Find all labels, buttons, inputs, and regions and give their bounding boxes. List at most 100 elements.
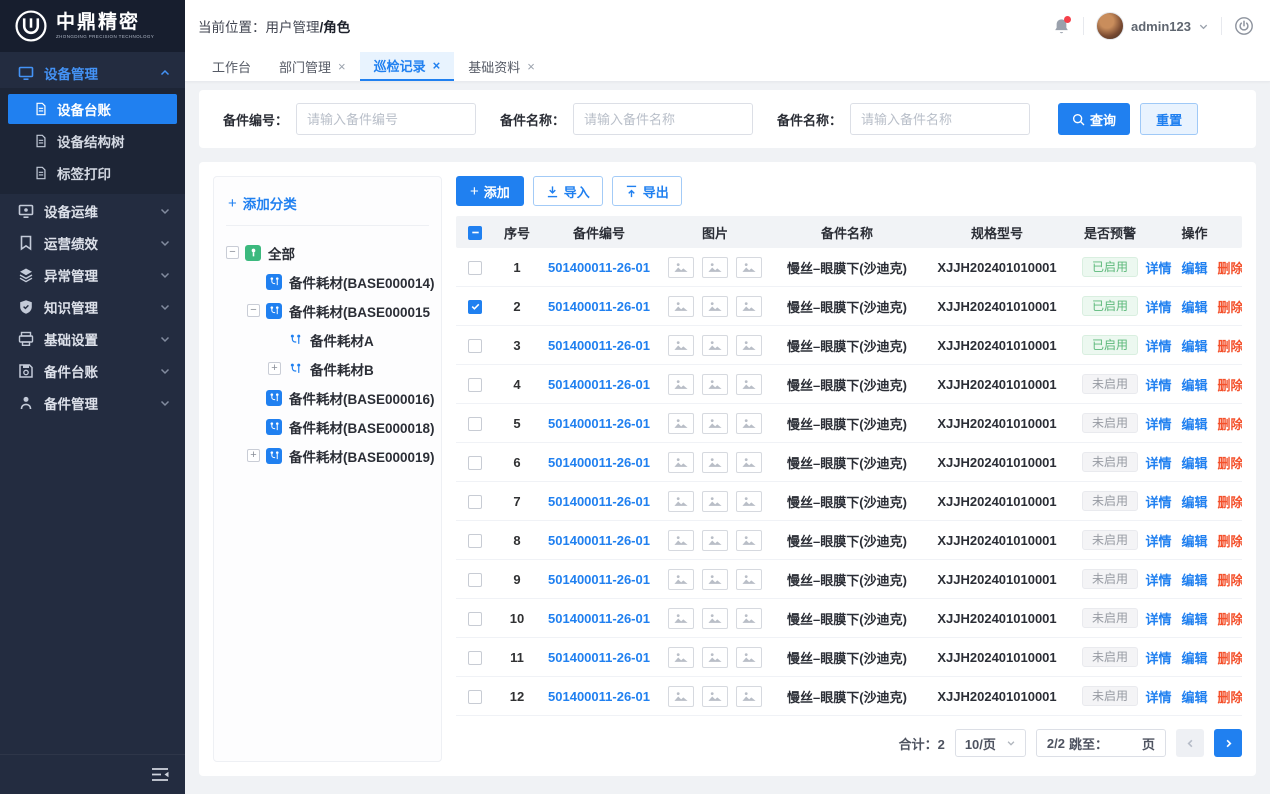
- detail-link[interactable]: 详情: [1145, 609, 1171, 628]
- row-checkbox[interactable]: [468, 690, 482, 704]
- jump-page-input[interactable]: [1112, 733, 1138, 753]
- part-code-input[interactable]: [296, 103, 476, 135]
- edit-link[interactable]: 编辑: [1182, 414, 1208, 433]
- tab-1[interactable]: 部门管理 ×: [265, 52, 360, 81]
- tree-collapse-icon[interactable]: −: [247, 304, 260, 317]
- edit-link[interactable]: 编辑: [1182, 453, 1208, 472]
- sidebar-subitem-label-printing[interactable]: 标签打印: [8, 158, 177, 188]
- image-placeholder[interactable]: [736, 647, 762, 668]
- add-button[interactable]: + 添加: [456, 176, 524, 206]
- image-placeholder[interactable]: [668, 491, 694, 512]
- image-placeholder[interactable]: [702, 686, 728, 707]
- image-placeholder[interactable]: [736, 335, 762, 356]
- close-tab-icon[interactable]: ×: [527, 60, 535, 73]
- delete-link[interactable]: 删除: [1218, 687, 1242, 706]
- image-placeholder[interactable]: [736, 374, 762, 395]
- sidebar-item-spare-parts-ledger[interactable]: 备件台账: [0, 355, 185, 386]
- part-code-link[interactable]: 501400011-26-01: [548, 338, 650, 353]
- image-placeholder[interactable]: [736, 257, 762, 278]
- part-name-2-input[interactable]: [850, 103, 1030, 135]
- part-code-link[interactable]: 501400011-26-01: [548, 455, 650, 470]
- reset-button[interactable]: 重置: [1140, 103, 1198, 135]
- close-tab-icon[interactable]: ×: [338, 60, 346, 73]
- delete-link[interactable]: 删除: [1218, 453, 1242, 472]
- part-code-link[interactable]: 501400011-26-01: [548, 494, 650, 509]
- tree-node[interactable]: −全部: [226, 238, 429, 267]
- row-checkbox[interactable]: [468, 300, 482, 314]
- delete-link[interactable]: 删除: [1218, 336, 1242, 355]
- detail-link[interactable]: 详情: [1145, 492, 1171, 511]
- image-placeholder[interactable]: [668, 335, 694, 356]
- row-checkbox[interactable]: [468, 534, 482, 548]
- image-placeholder[interactable]: [736, 608, 762, 629]
- image-placeholder[interactable]: [668, 530, 694, 551]
- logout-power-icon[interactable]: [1234, 16, 1254, 36]
- detail-link[interactable]: 详情: [1145, 570, 1171, 589]
- sidebar-subitem-device-structure-tree[interactable]: 设备结构树: [8, 126, 177, 156]
- image-placeholder[interactable]: [702, 569, 728, 590]
- image-placeholder[interactable]: [702, 374, 728, 395]
- image-placeholder[interactable]: [702, 257, 728, 278]
- detail-link[interactable]: 详情: [1145, 297, 1171, 316]
- part-code-link[interactable]: 501400011-26-01: [548, 416, 650, 431]
- import-button[interactable]: 导入: [533, 176, 603, 206]
- part-name-1-input[interactable]: [573, 103, 753, 135]
- prev-page-button[interactable]: [1176, 729, 1204, 757]
- tree-node[interactable]: +备件耗材B: [226, 354, 429, 383]
- part-code-link[interactable]: 501400011-26-01: [548, 377, 650, 392]
- detail-link[interactable]: 详情: [1145, 687, 1171, 706]
- edit-link[interactable]: 编辑: [1182, 258, 1208, 277]
- part-code-link[interactable]: 501400011-26-01: [548, 299, 650, 314]
- tree-node[interactable]: 备件耗材(BASE000018): [226, 412, 429, 441]
- delete-link[interactable]: 删除: [1218, 375, 1242, 394]
- detail-link[interactable]: 详情: [1145, 531, 1171, 550]
- sidebar-item-spare-parts-management[interactable]: 备件管理: [0, 387, 185, 418]
- image-placeholder[interactable]: [736, 491, 762, 512]
- part-code-link[interactable]: 501400011-26-01: [548, 572, 650, 587]
- image-placeholder[interactable]: [668, 647, 694, 668]
- row-checkbox[interactable]: [468, 417, 482, 431]
- delete-link[interactable]: 删除: [1218, 258, 1242, 277]
- image-placeholder[interactable]: [736, 452, 762, 473]
- row-checkbox[interactable]: [468, 378, 482, 392]
- image-placeholder[interactable]: [668, 608, 694, 629]
- image-placeholder[interactable]: [702, 335, 728, 356]
- part-code-link[interactable]: 501400011-26-01: [548, 260, 650, 275]
- tree-collapse-icon[interactable]: −: [226, 246, 239, 259]
- tree-node[interactable]: 备件耗材A: [226, 325, 429, 354]
- row-checkbox[interactable]: [468, 495, 482, 509]
- sidebar-item-knowledge-management[interactable]: 知识管理: [0, 291, 185, 322]
- part-code-link[interactable]: 501400011-26-01: [548, 533, 650, 548]
- edit-link[interactable]: 编辑: [1182, 375, 1208, 394]
- detail-link[interactable]: 详情: [1145, 258, 1171, 277]
- image-placeholder[interactable]: [702, 452, 728, 473]
- edit-link[interactable]: 编辑: [1182, 492, 1208, 511]
- image-placeholder[interactable]: [668, 257, 694, 278]
- delete-link[interactable]: 删除: [1218, 414, 1242, 433]
- delete-link[interactable]: 删除: [1218, 609, 1242, 628]
- image-placeholder[interactable]: [668, 569, 694, 590]
- sidebar-item-exception-management[interactable]: 异常管理: [0, 259, 185, 290]
- image-placeholder[interactable]: [702, 413, 728, 434]
- notification-bell-icon[interactable]: [1052, 17, 1071, 36]
- image-placeholder[interactable]: [668, 296, 694, 317]
- edit-link[interactable]: 编辑: [1182, 609, 1208, 628]
- image-placeholder[interactable]: [736, 569, 762, 590]
- close-tab-icon[interactable]: ×: [433, 59, 441, 72]
- tree-node[interactable]: 备件耗材(BASE000016): [226, 383, 429, 412]
- tree-expand-icon[interactable]: +: [268, 362, 281, 375]
- page-size-select[interactable]: 10/页: [955, 729, 1026, 757]
- tree-node[interactable]: +备件耗材(BASE000019): [226, 441, 429, 470]
- sidebar-item-basic-settings[interactable]: 基础设置: [0, 323, 185, 354]
- edit-link[interactable]: 编辑: [1182, 531, 1208, 550]
- delete-link[interactable]: 删除: [1218, 570, 1242, 589]
- image-placeholder[interactable]: [668, 686, 694, 707]
- row-checkbox[interactable]: [468, 339, 482, 353]
- user-menu[interactable]: admin123: [1096, 12, 1209, 40]
- sidebar-item-device-operations[interactable]: 设备运维: [0, 195, 185, 226]
- image-placeholder[interactable]: [702, 296, 728, 317]
- collapse-sidebar-icon[interactable]: [151, 767, 169, 782]
- part-code-link[interactable]: 501400011-26-01: [548, 650, 650, 665]
- search-button[interactable]: 查询: [1058, 103, 1130, 135]
- row-checkbox[interactable]: [468, 573, 482, 587]
